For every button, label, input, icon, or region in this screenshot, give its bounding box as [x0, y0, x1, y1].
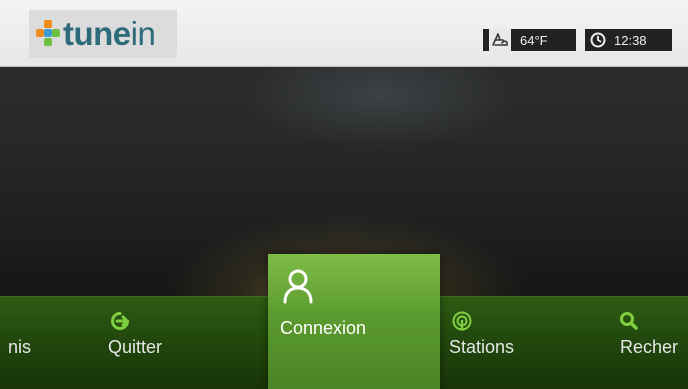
temperature-text: 64°F: [520, 32, 548, 48]
weather-icon: [489, 29, 511, 51]
radio-tower-icon: [452, 311, 472, 331]
search-icon: [620, 312, 638, 330]
menu-item-stations[interactable]: Stations: [440, 296, 610, 389]
clock-time-text: 12:38: [614, 32, 647, 48]
menu-item-quitter[interactable]: Quitter: [60, 296, 250, 389]
tunein-logo-text: tunein: [63, 15, 156, 52]
top-bar: tunein 64°F 12:38: [0, 0, 688, 67]
menu-item-label: Connexion: [280, 318, 367, 338]
tv-app-screen: tunein 64°F 12:38 nis Quitter Connexion …: [0, 0, 688, 389]
menu-item-label: Quitter: [108, 337, 163, 357]
weather-status: 64°F: [483, 29, 576, 51]
menu-item-recherche[interactable]: Recher: [610, 296, 688, 389]
tunein-logo: tunein: [29, 10, 177, 58]
menu-item-connexion[interactable]: Connexion: [268, 254, 440, 389]
tunein-logo-mark-icon: [36, 20, 60, 48]
menu-item-label: Recher: [620, 337, 679, 357]
user-icon: [283, 269, 313, 304]
menu-item-label: Stations: [449, 337, 515, 357]
menu-item-label: nis: [8, 337, 32, 357]
exit-icon: [111, 312, 129, 330]
clock-status: 12:38: [585, 29, 672, 51]
menu-item-partial-left[interactable]: nis: [0, 296, 60, 389]
clock-icon: [590, 32, 606, 48]
